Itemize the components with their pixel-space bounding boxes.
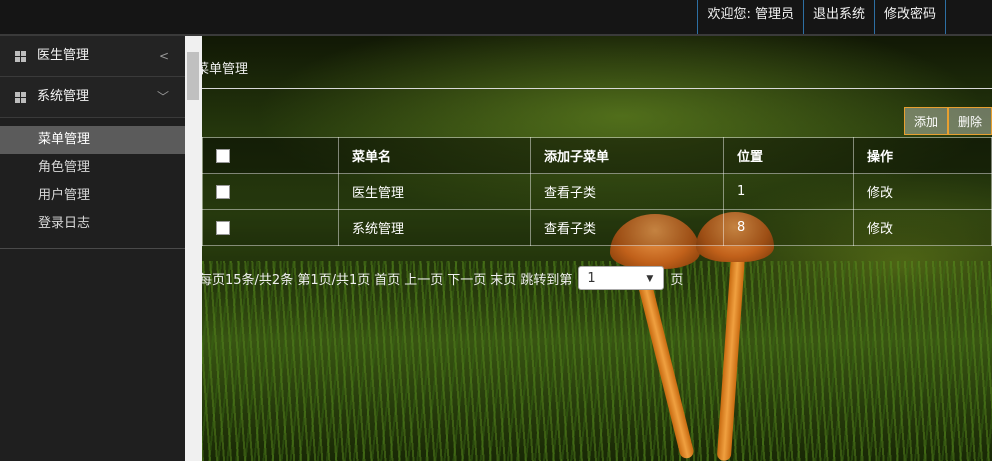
welcome-user-link[interactable]: 欢迎您: 管理员	[697, 0, 803, 34]
column-header: 位置	[723, 137, 854, 174]
page-title: 菜单管理	[202, 62, 249, 77]
select-all-checkbox[interactable]	[216, 148, 230, 163]
divider	[202, 88, 992, 89]
pagination: 每页15条/共2条 第1页/共1页 首页 上一页 下一页 末页 跳转到第 1 ▼…	[202, 264, 687, 292]
top-bar: 欢迎您: 管理员 退出系统 修改密码	[0, 0, 992, 36]
menu-name-cell: 系统管理	[338, 209, 531, 246]
scrollbar-thumb[interactable]	[187, 52, 199, 100]
header-links: 欢迎您: 管理员 退出系统 修改密码	[697, 0, 946, 34]
first-page-link[interactable]: 首页	[374, 269, 400, 288]
row-checkbox[interactable]	[216, 184, 230, 199]
menu-name-cell: 医生管理	[338, 173, 531, 210]
table-row: 医生管理 查看子类 1 修改	[202, 173, 992, 210]
next-page-link[interactable]: 下一页	[447, 269, 486, 288]
sidebar-item-menu-management[interactable]: 菜单管理	[0, 126, 185, 154]
last-page-link[interactable]: 末页	[490, 269, 516, 288]
page-select[interactable]: 1 ▼	[578, 266, 665, 290]
pager-summary: 每页15条/共2条 第1页/共1页	[202, 272, 371, 288]
page-select-value: 1	[587, 271, 596, 286]
sidebar-group-system[interactable]: 系统管理 ﹀	[0, 77, 185, 118]
select-all-cell	[202, 137, 339, 174]
sidebar-group-label: 系统管理	[37, 89, 90, 104]
table-header-row: 菜单名 添加子菜单 位置 操作	[202, 137, 992, 174]
row-checkbox[interactable]	[216, 220, 230, 235]
grid-icon	[15, 51, 26, 62]
delete-button[interactable]: 删除	[947, 107, 992, 135]
add-button[interactable]: 添加	[903, 107, 948, 135]
sidebar-scrollbar[interactable]	[185, 36, 202, 461]
column-header: 操作	[853, 137, 992, 174]
table-row: 系统管理 查看子类 8 修改	[202, 209, 992, 246]
action-buttons: 添加 删除	[903, 107, 992, 135]
logout-link[interactable]: 退出系统	[802, 0, 874, 34]
grid-icon	[15, 92, 26, 103]
jump-label: 跳转到第	[520, 272, 573, 288]
main-content: 菜单管理 添加 删除 菜单名 添加子菜单 位置 操作 医生管理 查看子类 1 修…	[202, 36, 992, 461]
sidebar-item-role-management[interactable]: 角色管理	[0, 154, 185, 182]
view-children-link[interactable]: 查看子类	[530, 209, 724, 246]
sidebar-item-user-management[interactable]: 用户管理	[0, 182, 185, 210]
column-header: 添加子菜单	[530, 137, 724, 174]
chevron-left-icon: <	[158, 49, 169, 63]
position-cell: 8	[723, 209, 854, 246]
edit-link[interactable]: 修改	[853, 173, 992, 210]
row-select-cell	[202, 209, 339, 246]
position-cell: 1	[723, 173, 854, 210]
dropdown-arrow-icon: ▼	[646, 274, 654, 284]
system-submenu: 菜单管理 角色管理 用户管理 登录日志	[0, 118, 185, 249]
column-header: 菜单名	[338, 137, 531, 174]
row-select-cell	[202, 173, 339, 210]
page-suffix: 页	[670, 272, 684, 288]
sidebar: 医生管理 < 系统管理 ﹀ 菜单管理 角色管理 用户管理 登录日志	[0, 36, 185, 461]
change-password-link[interactable]: 修改密码	[873, 0, 946, 34]
chevron-down-icon: ﹀	[156, 90, 169, 104]
sidebar-group-label: 医生管理	[37, 48, 90, 63]
menu-table: 菜单名 添加子菜单 位置 操作 医生管理 查看子类 1 修改 系统管理 查看子类…	[202, 137, 992, 246]
edit-link[interactable]: 修改	[853, 209, 992, 246]
sidebar-item-login-log[interactable]: 登录日志	[0, 210, 185, 238]
prev-page-link[interactable]: 上一页	[404, 269, 443, 288]
sidebar-group-doctor[interactable]: 医生管理 <	[0, 36, 185, 77]
view-children-link[interactable]: 查看子类	[530, 173, 724, 210]
